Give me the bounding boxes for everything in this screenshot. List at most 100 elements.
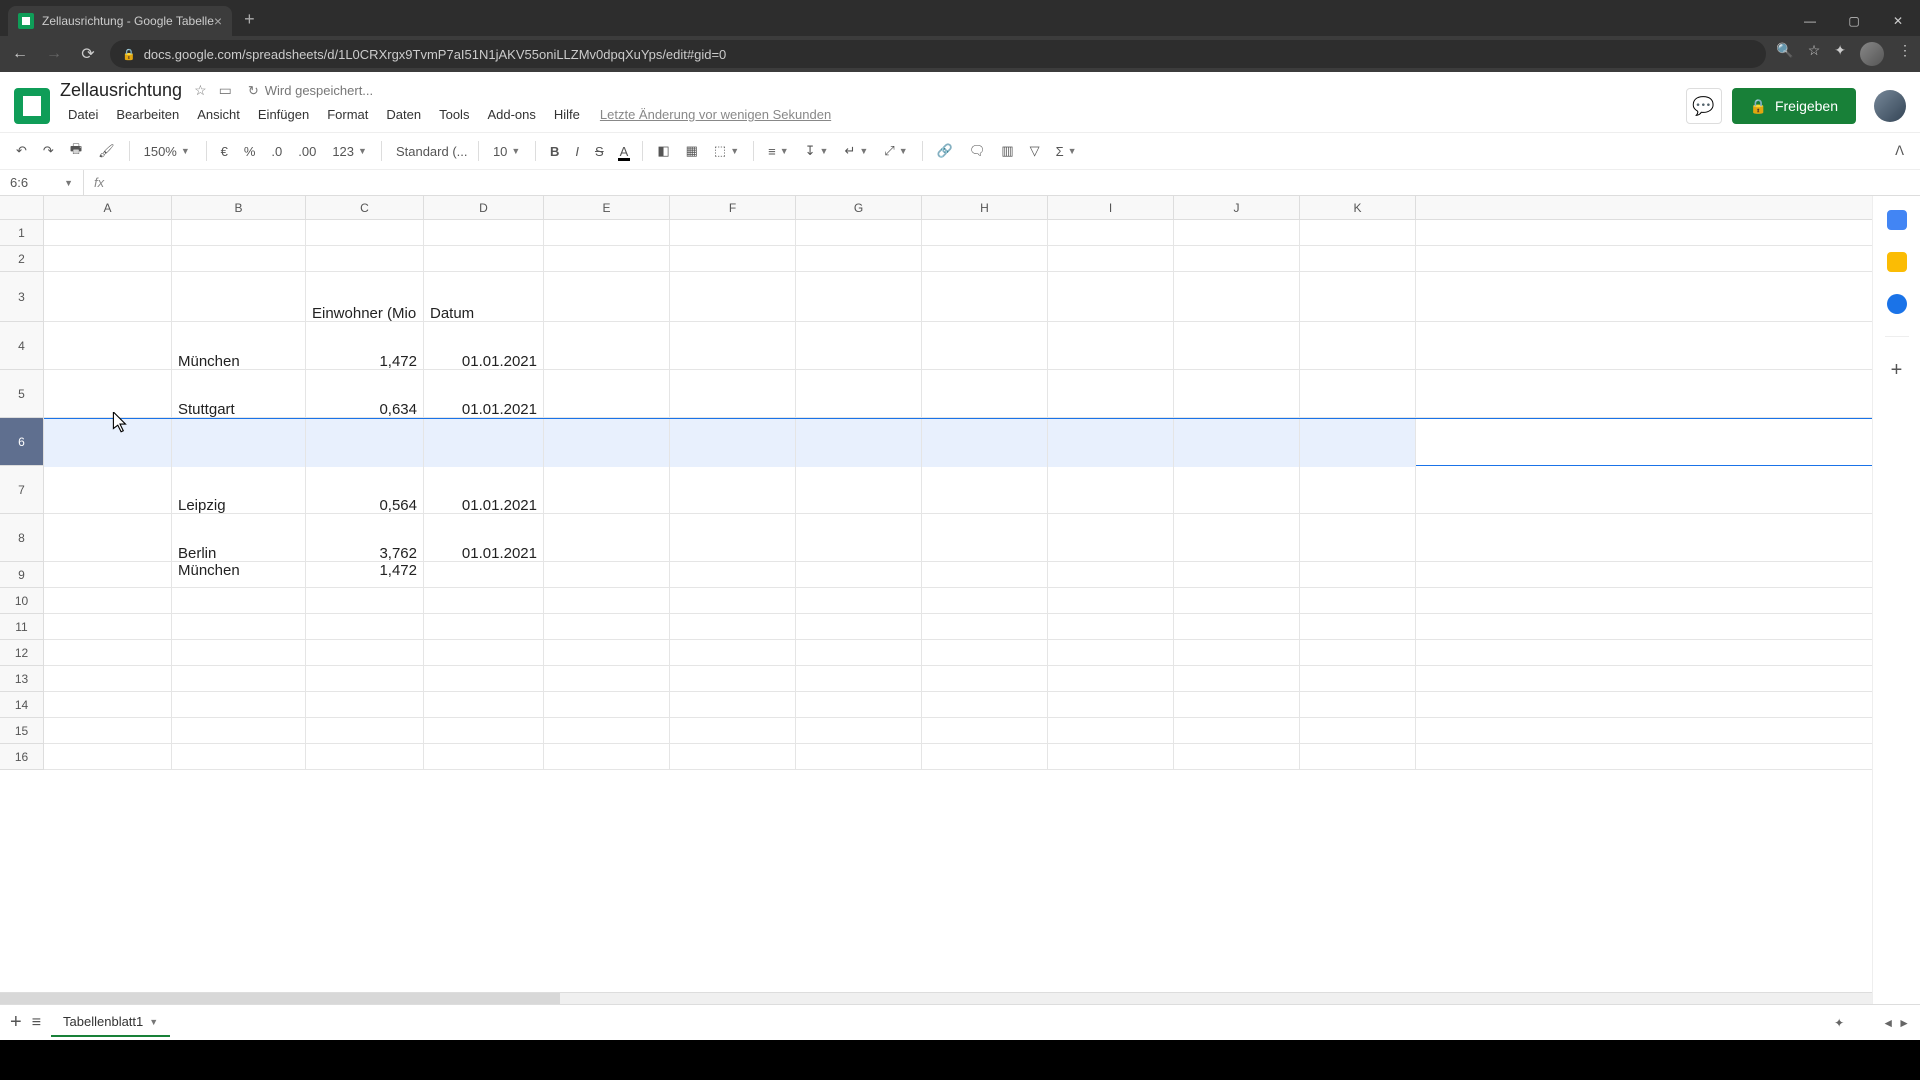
cell-D7[interactable]: 01.01.2021 — [424, 466, 544, 514]
cell-K11[interactable] — [1300, 614, 1416, 640]
menu-datei[interactable]: Datei — [60, 103, 106, 126]
cell-K16[interactable] — [1300, 744, 1416, 770]
cell-G11[interactable] — [796, 614, 922, 640]
cell-F12[interactable] — [670, 640, 796, 666]
cell-G1[interactable] — [796, 220, 922, 246]
row-header-14[interactable]: 14 — [0, 692, 44, 718]
row-header-15[interactable]: 15 — [0, 718, 44, 744]
functions-button[interactable]: Σ▼ — [1050, 142, 1083, 161]
cell-H13[interactable] — [922, 666, 1048, 692]
menu-add-ons[interactable]: Add-ons — [479, 103, 543, 126]
zoom-icon[interactable]: 🔍 — [1776, 42, 1793, 66]
maximize-button[interactable]: ▢ — [1832, 6, 1876, 36]
cell-G12[interactable] — [796, 640, 922, 666]
cell-G7[interactable] — [796, 466, 922, 514]
cell-F13[interactable] — [670, 666, 796, 692]
merge-cells-button[interactable]: ⬚▼ — [708, 141, 745, 161]
cell-I6[interactable] — [1048, 419, 1174, 467]
cell-D1[interactable] — [424, 220, 544, 246]
row-header-5[interactable]: 5 — [0, 370, 44, 418]
cell-C12[interactable] — [306, 640, 424, 666]
cell-G15[interactable] — [796, 718, 922, 744]
cell-G16[interactable] — [796, 744, 922, 770]
cell-B11[interactable] — [172, 614, 306, 640]
cell-C6[interactable] — [306, 419, 424, 467]
cell-A13[interactable] — [44, 666, 172, 692]
sheet-scroll-left[interactable]: ◄ — [1882, 1016, 1894, 1030]
cell-A12[interactable] — [44, 640, 172, 666]
cell-F1[interactable] — [670, 220, 796, 246]
text-color-button[interactable]: A — [614, 140, 635, 163]
insert-comment-button[interactable]: 🗨 — [963, 139, 992, 163]
row-header-8[interactable]: 8 — [0, 514, 44, 562]
select-all-corner[interactable] — [0, 196, 44, 220]
cell-E11[interactable] — [544, 614, 670, 640]
cell-G14[interactable] — [796, 692, 922, 718]
cell-B6[interactable] — [172, 419, 306, 467]
print-button[interactable]: 🖶 — [64, 136, 88, 166]
cell-B14[interactable] — [172, 692, 306, 718]
cell-E2[interactable] — [544, 246, 670, 272]
reload-button[interactable]: ⟳ — [76, 44, 100, 64]
cell-H14[interactable] — [922, 692, 1048, 718]
row-header-1[interactable]: 1 — [0, 220, 44, 246]
cell-B1[interactable] — [172, 220, 306, 246]
minimize-button[interactable]: — — [1788, 6, 1832, 36]
cell-A7[interactable] — [44, 466, 172, 514]
cell-H16[interactable] — [922, 744, 1048, 770]
collapse-toolbar-button[interactable]: ᐱ — [1889, 139, 1910, 163]
cell-C4[interactable]: 1,472 — [306, 322, 424, 370]
cell-A16[interactable] — [44, 744, 172, 770]
cell-A5[interactable] — [44, 370, 172, 418]
column-header-C[interactable]: C — [306, 196, 424, 219]
close-tab-icon[interactable]: × — [214, 13, 222, 29]
cell-A15[interactable] — [44, 718, 172, 744]
sheet-scroll-right[interactable]: ► — [1898, 1016, 1910, 1030]
cell-D5[interactable]: 01.01.2021 — [424, 370, 544, 418]
cell-E1[interactable] — [544, 220, 670, 246]
cell-J15[interactable] — [1174, 718, 1300, 744]
calendar-addon-icon[interactable] — [1887, 210, 1907, 230]
cell-B12[interactable] — [172, 640, 306, 666]
row-header-2[interactable]: 2 — [0, 246, 44, 272]
cell-E14[interactable] — [544, 692, 670, 718]
cell-G4[interactable] — [796, 322, 922, 370]
back-button[interactable]: ← — [8, 45, 32, 63]
cell-E4[interactable] — [544, 322, 670, 370]
cell-K3[interactable] — [1300, 272, 1416, 322]
cell-A14[interactable] — [44, 692, 172, 718]
cell-C13[interactable] — [306, 666, 424, 692]
cell-H12[interactable] — [922, 640, 1048, 666]
cell-H11[interactable] — [922, 614, 1048, 640]
cell-J8[interactable] — [1174, 514, 1300, 562]
menu-bearbeiten[interactable]: Bearbeiten — [108, 103, 187, 126]
cell-E3[interactable] — [544, 272, 670, 322]
redo-button[interactable]: ↷ — [37, 139, 60, 163]
new-tab-button[interactable]: + — [244, 9, 255, 30]
cell-K4[interactable] — [1300, 322, 1416, 370]
cell-K2[interactable] — [1300, 246, 1416, 272]
add-sheet-button[interactable]: + — [10, 1011, 22, 1034]
row-header-6[interactable]: 6 — [0, 418, 44, 466]
cell-D9[interactable] — [424, 562, 544, 588]
close-window-button[interactable]: ✕ — [1876, 6, 1920, 36]
column-header-J[interactable]: J — [1174, 196, 1300, 219]
cell-B9[interactable]: München — [172, 562, 306, 588]
cell-I11[interactable] — [1048, 614, 1174, 640]
menu-daten[interactable]: Daten — [378, 103, 429, 126]
cell-D14[interactable] — [424, 692, 544, 718]
cell-B8[interactable]: Berlin — [172, 514, 306, 562]
cell-E13[interactable] — [544, 666, 670, 692]
cell-C9[interactable]: 1,472 — [306, 562, 424, 588]
cell-K6[interactable] — [1300, 419, 1416, 467]
cell-K14[interactable] — [1300, 692, 1416, 718]
cell-E6[interactable] — [544, 419, 670, 467]
cell-K8[interactable] — [1300, 514, 1416, 562]
star-doc-icon[interactable]: ☆ — [194, 82, 207, 99]
cell-A8[interactable] — [44, 514, 172, 562]
row-header-9[interactable]: 9 — [0, 562, 44, 588]
cell-J3[interactable] — [1174, 272, 1300, 322]
cell-D13[interactable] — [424, 666, 544, 692]
cell-D16[interactable] — [424, 744, 544, 770]
cell-F6[interactable] — [670, 419, 796, 467]
